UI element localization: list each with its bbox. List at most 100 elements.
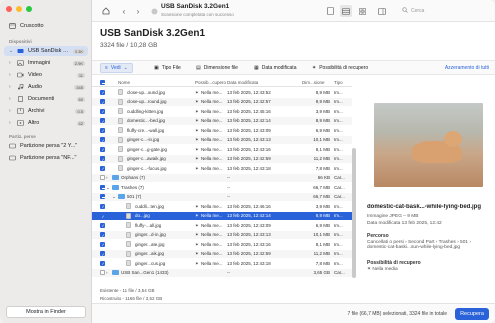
row-checkbox[interactable] bbox=[100, 165, 105, 171]
recovery-chance: Nella me... bbox=[201, 222, 223, 228]
row-checkbox[interactable] bbox=[100, 241, 105, 247]
column-date[interactable]: Data modificata bbox=[227, 80, 258, 85]
chevron-right-icon[interactable]: › bbox=[9, 120, 13, 126]
column-size[interactable]: Dim...sione bbox=[302, 80, 325, 85]
show-in-finder-button[interactable]: Mostra in Finder bbox=[6, 306, 86, 318]
row-checkbox[interactable] bbox=[100, 184, 105, 190]
modified-date: 13 feb 2025, 12:43:13 bbox=[227, 137, 271, 142]
chevron-right-icon[interactable]: › bbox=[9, 84, 13, 90]
file-size: 8,9 MB bbox=[315, 118, 330, 123]
row-checkbox[interactable] bbox=[100, 213, 105, 219]
sidebar-item-other[interactable]: › Altro 42 bbox=[4, 118, 88, 128]
column-name[interactable]: Nome bbox=[118, 80, 130, 85]
table-row[interactable]: ginger...ate.jpg ✶Nella me... 13 feb 2025,… bbox=[92, 240, 352, 249]
row-checkbox[interactable] bbox=[100, 175, 105, 180]
table-row[interactable]: cuddling-kitten.jpg ✶Nella me... 13 feb 20… bbox=[92, 107, 352, 116]
back-button[interactable]: ‹ bbox=[118, 5, 130, 17]
list-view-icon[interactable] bbox=[340, 5, 352, 17]
reset-all-link[interactable]: Azzeramento di tutti bbox=[445, 65, 489, 71]
table-row[interactable]: domestic...-bed.jpg ✶Nella me... 13 feb 20… bbox=[92, 116, 352, 125]
recovery-filter-button[interactable]: ✶ Possibilità di recupero bbox=[308, 63, 372, 73]
table-row[interactable]: close-up...ound.jpg ✶Nella me... 13 feb 20… bbox=[92, 88, 352, 97]
row-checkbox[interactable] bbox=[100, 203, 105, 209]
size-filter-button[interactable]: ▤ Dimensione file bbox=[192, 63, 242, 73]
table-row[interactable]: fluffy-...all.jpg ✶Nella me... 13 feb 2025… bbox=[92, 221, 352, 230]
table-scrollbar[interactable] bbox=[352, 148, 356, 278]
row-checkbox[interactable] bbox=[100, 222, 105, 228]
sidebar-item-images[interactable]: › Immagini 2.9K bbox=[4, 58, 88, 68]
file-size: 8,9 MB bbox=[315, 89, 330, 95]
table-row[interactable]: ginger-c...g-gate.jpg ✶Nella me... 13 feb … bbox=[92, 145, 352, 154]
table-row[interactable]: cuddli...ten.jpg ✶Nella me... 13 feb 2025,… bbox=[92, 202, 352, 211]
recover-button[interactable]: Recupera bbox=[455, 308, 489, 320]
row-checkbox[interactable] bbox=[100, 127, 105, 133]
folder-row[interactable]: › USB San...Gen1 (1433) -- 3,65 GB Car... bbox=[92, 268, 352, 277]
table-row[interactable]: ginger-c...-in.jpg ✶Nella me... 13 feb 202… bbox=[92, 135, 352, 144]
document-view-icon[interactable] bbox=[324, 5, 336, 17]
folder-row[interactable]: › Orphans (7) -- 66 KB Car... bbox=[92, 173, 352, 182]
table-row[interactable]: ginger...d-in.jpg ✶Nella me... 13 feb 2025… bbox=[92, 230, 352, 239]
minimize-window-button[interactable] bbox=[16, 6, 22, 12]
sidebar-item-video[interactable]: › Video 11 bbox=[4, 70, 88, 80]
sidebar-item-lost-partition-2[interactable]: Partizione persa "NF..." bbox=[4, 153, 88, 163]
table-row[interactable]: ginger...aik.jpg ✶Nella me... 13 feb 2025,… bbox=[92, 249, 352, 258]
sidebar-item-lost-partition-1[interactable]: Partizione persa "2 Y..." bbox=[4, 141, 88, 151]
folder-row[interactable]: ⌄ Trashes (7) -- 66,7 MB Car... bbox=[92, 183, 352, 192]
table-row[interactable]: fluffy-cre...-wall.jpg ✶Nella me... 13 feb… bbox=[92, 126, 352, 135]
search-field[interactable]: Cerca bbox=[402, 5, 492, 17]
row-checkbox[interactable] bbox=[100, 194, 105, 199]
sidebar-item-usb-drive[interactable]: ⌄ USB SanDisk 3.2... 3.3K bbox=[4, 46, 88, 56]
row-checkbox[interactable] bbox=[100, 232, 105, 238]
table-row[interactable]: ginger...cus.jpg ✶Nella me... 13 feb 2025,… bbox=[92, 259, 352, 268]
zoom-window-button[interactable] bbox=[26, 6, 32, 12]
select-all-checkbox[interactable] bbox=[100, 79, 105, 85]
row-checkbox[interactable] bbox=[100, 146, 105, 152]
sidebar-item-audio[interactable]: › Audio 345 bbox=[4, 82, 88, 92]
chevron-right-icon[interactable]: › bbox=[106, 270, 108, 275]
home-icon[interactable] bbox=[100, 5, 112, 17]
row-checkbox[interactable] bbox=[100, 118, 105, 124]
count-badge: 3.3K bbox=[72, 48, 85, 54]
file-name: close-up...ound.jpg bbox=[127, 89, 166, 95]
chevron-down-icon[interactable]: ⌄ bbox=[9, 48, 13, 54]
table-row[interactable]: ginger-c...awaik.jpg ✶Nella me... 13 feb 2… bbox=[92, 154, 352, 163]
row-checkbox[interactable] bbox=[100, 251, 105, 257]
forward-button[interactable]: › bbox=[132, 5, 144, 17]
row-checkbox[interactable] bbox=[100, 156, 105, 162]
row-checkbox[interactable] bbox=[100, 89, 105, 95]
sidebar-item-dashboard[interactable]: Cruscotto bbox=[4, 21, 88, 31]
sidebar-item-archives[interactable]: › Archivi 0.5 bbox=[4, 106, 88, 116]
column-type[interactable]: Tipo bbox=[334, 80, 343, 85]
chevron-down-icon[interactable]: ⌄ bbox=[106, 185, 110, 191]
row-checkbox[interactable] bbox=[100, 260, 105, 266]
close-window-button[interactable] bbox=[6, 6, 12, 12]
modified-date: 13 feb 2025, 12:43:52 bbox=[227, 89, 271, 95]
chevron-right-icon[interactable]: › bbox=[106, 175, 108, 180]
app-window: Cruscotto Dispositivi ⌄ USB SanDisk 3.2.… bbox=[0, 0, 495, 323]
table-row[interactable]: close-up...round.jpg ✶Nella me... 13 feb 2… bbox=[92, 97, 352, 106]
sidebar-item-documents[interactable]: › Documenti 60 bbox=[4, 94, 88, 104]
star-icon: ✶ bbox=[367, 267, 372, 272]
preview-panel-icon[interactable] bbox=[376, 5, 388, 17]
table-row[interactable]: do...jpg ✶Nella me... 13 feb 2025, 12:42:1… bbox=[92, 211, 352, 220]
folder-row[interactable]: ⌄ 501 (7) -- 66,7 MB Car... bbox=[92, 192, 352, 201]
row-checkbox[interactable] bbox=[100, 270, 105, 275]
chevron-right-icon[interactable]: › bbox=[9, 108, 13, 114]
date-filter-button[interactable]: ▦ Data modificata bbox=[250, 63, 300, 73]
file-type-filter-button[interactable]: ▣ Tipo File bbox=[150, 63, 185, 73]
chevron-right-icon[interactable]: › bbox=[9, 60, 13, 66]
chevron-down-icon[interactable]: ⌄ bbox=[112, 194, 116, 200]
row-checkbox[interactable] bbox=[100, 99, 105, 105]
grid-view-icon[interactable] bbox=[356, 5, 368, 17]
recovery-value: ✶ Nella media bbox=[367, 267, 492, 272]
view-filter-button[interactable]: ≡ Vedi ⌄ bbox=[100, 63, 133, 73]
modified-date: 13 feb 2025, 12:42:59 bbox=[227, 251, 271, 256]
table-row[interactable]: ginger-c...-focus.jpg ✶Nella me... 13 feb … bbox=[92, 164, 352, 173]
column-recovery[interactable]: Possib...cupero bbox=[195, 80, 226, 85]
row-checkbox[interactable] bbox=[100, 108, 105, 114]
chevron-right-icon[interactable]: › bbox=[9, 72, 13, 78]
chevron-right-icon[interactable]: › bbox=[9, 96, 13, 102]
file-name: cuddling-kitten.jpg bbox=[127, 108, 164, 114]
row-checkbox[interactable] bbox=[100, 137, 105, 143]
window-title: USB SanDisk 3.2Gen1 bbox=[161, 3, 230, 10]
